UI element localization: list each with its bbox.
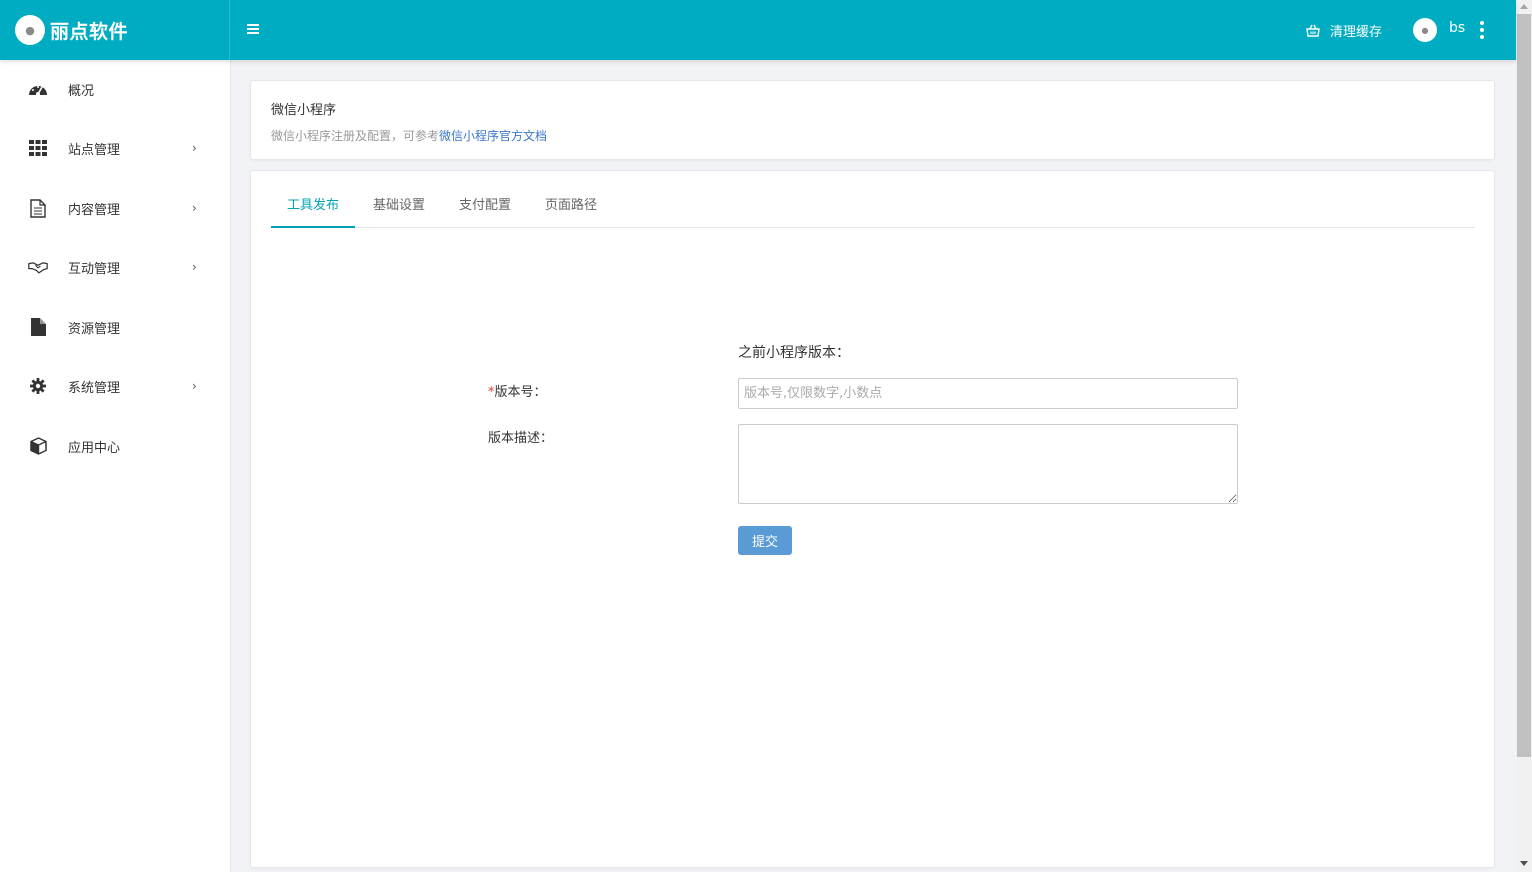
chevron-right-icon: › <box>192 260 197 274</box>
chevron-right-icon: › <box>192 141 197 155</box>
sidebar-item-label: 概况 <box>68 83 95 99</box>
username: bs <box>1449 20 1466 36</box>
sidebar-item-label: 站点管理 <box>68 142 121 158</box>
gear-icon <box>28 376 48 396</box>
sidebar: 概况 站点管理 › 内容管理 › 互动管理 › 资源管理 系统管理 › 应用中心 <box>0 60 231 872</box>
sidebar-item-site-management[interactable]: 站点管理 › <box>0 128 230 168</box>
file-icon <box>28 317 48 337</box>
previous-version-label: 之前小程序版本： <box>738 345 850 361</box>
description-text: 微信小程序注册及配置，可参考 <box>271 129 440 143</box>
version-label: *版本号： <box>488 381 547 400</box>
main-card: 工具发布 基础设置 支付配置 页面路径 之前小程序版本： *版本号： 版本描述：… <box>250 170 1495 868</box>
tab-basic-settings[interactable]: 基础设置 <box>357 186 441 228</box>
sidebar-item-app-center[interactable]: 应用中心 <box>0 426 230 466</box>
tab-page-paths[interactable]: 页面路径 <box>529 186 613 228</box>
logo-icon: ● <box>15 15 45 45</box>
top-header: ● 丽点软件 清理缓存 ● bs <box>0 0 1516 60</box>
tab-bar: 工具发布 基础设置 支付配置 页面路径 <box>271 186 1475 228</box>
dashboard-icon <box>28 79 48 99</box>
grid-icon <box>28 138 48 158</box>
scrollbar-thumb[interactable] <box>1517 14 1531 757</box>
version-input[interactable] <box>738 378 1238 409</box>
scroll-down-icon[interactable] <box>1520 861 1528 866</box>
sidebar-item-label: 内容管理 <box>68 202 121 218</box>
basket-icon <box>1305 22 1321 38</box>
more-vertical-icon[interactable] <box>1478 19 1486 41</box>
scroll-up-icon[interactable] <box>1520 4 1528 9</box>
sidebar-item-interaction-management[interactable]: 互动管理 › <box>0 247 230 287</box>
submit-button[interactable]: 提交 <box>738 526 792 555</box>
sidebar-item-resource-management[interactable]: 资源管理 <box>0 307 230 347</box>
clear-cache-button[interactable]: 清理缓存 <box>1305 18 1382 42</box>
sidebar-item-label: 应用中心 <box>68 440 121 456</box>
tab-payment-config[interactable]: 支付配置 <box>443 186 527 228</box>
clear-cache-label: 清理缓存 <box>1330 24 1383 40</box>
handshake-icon <box>28 257 48 277</box>
intro-card: 微信小程序 微信小程序注册及配置，可参考微信小程序官方文档 <box>250 80 1495 160</box>
chevron-right-icon: › <box>192 379 197 393</box>
description-label: 版本描述： <box>488 431 554 446</box>
avatar: ● <box>1413 18 1437 42</box>
document-icon <box>28 198 48 218</box>
sidebar-item-overview[interactable]: 概况 <box>0 69 230 109</box>
chevron-right-icon: › <box>192 201 197 215</box>
logo-area[interactable]: ● 丽点软件 <box>0 0 230 60</box>
sidebar-item-system-management[interactable]: 系统管理 › <box>0 366 230 406</box>
page-description: 微信小程序注册及配置，可参考微信小程序官方文档 <box>271 127 547 144</box>
user-menu[interactable]: ● bs <box>1413 18 1465 42</box>
page-title: 微信小程序 <box>271 103 337 118</box>
sidebar-item-label: 系统管理 <box>68 380 121 396</box>
official-docs-link[interactable]: 微信小程序官方文档 <box>439 129 547 143</box>
tab-tool-release[interactable]: 工具发布 <box>271 186 355 228</box>
version-label-text: 版本号： <box>494 385 547 400</box>
description-textarea[interactable] <box>738 424 1238 504</box>
cube-icon <box>28 436 48 456</box>
hamburger-icon[interactable] <box>247 19 265 39</box>
sidebar-item-label: 资源管理 <box>68 321 121 337</box>
sidebar-item-content-management[interactable]: 内容管理 › <box>0 188 230 228</box>
sidebar-item-label: 互动管理 <box>68 261 121 277</box>
page-scrollbar[interactable] <box>1516 0 1532 872</box>
logo-text: 丽点软件 <box>50 20 129 43</box>
